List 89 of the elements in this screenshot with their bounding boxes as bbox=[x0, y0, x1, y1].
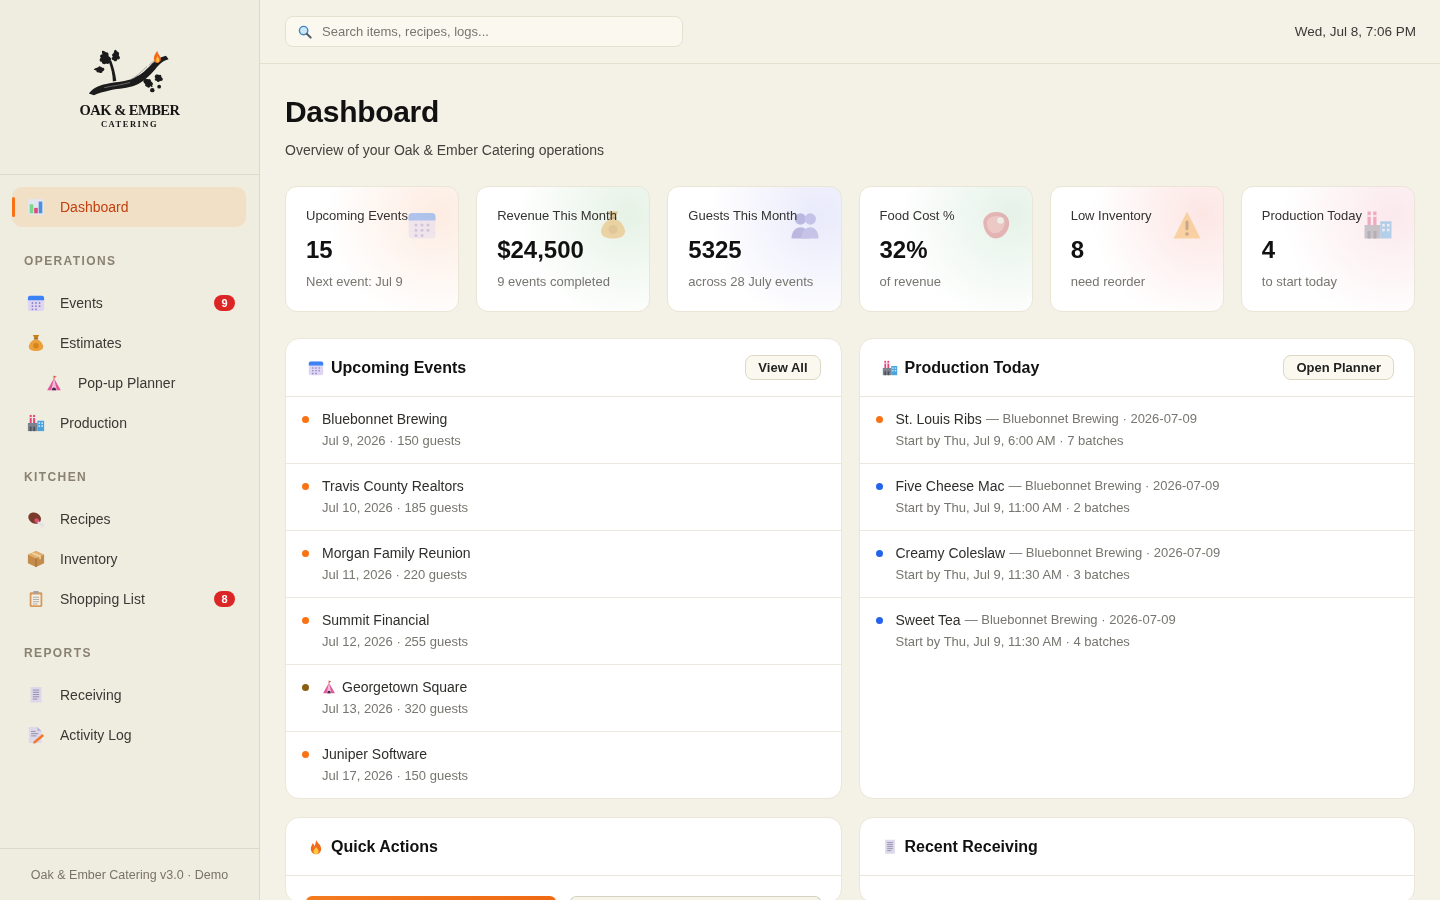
production-source: — Bluebonnet Brewing · 2026-07-09 bbox=[964, 611, 1176, 629]
stat-label: Revenue This Month bbox=[497, 207, 617, 225]
nav-item[interactable]: Estimates bbox=[12, 323, 246, 363]
calendar-icon bbox=[27, 294, 45, 312]
stat-value: 32% bbox=[879, 235, 928, 265]
event-name: Summit Financial bbox=[322, 611, 430, 630]
nav-item[interactable]: Receiving bbox=[12, 675, 246, 715]
version-text: Oak & Ember Catering v3.0 · Demo bbox=[30, 867, 229, 882]
section-heading: REPORTS bbox=[23, 645, 93, 662]
box-icon bbox=[27, 550, 45, 568]
stat-note: of revenue bbox=[879, 273, 941, 291]
event-details: Jul 17, 2026 · 150 guests bbox=[322, 767, 468, 785]
nav-item[interactable]: Inventory bbox=[12, 539, 246, 579]
event-name: Morgan Family Reunion bbox=[322, 544, 471, 563]
production-item: Five Cheese Mac bbox=[895, 477, 1005, 496]
nav-item[interactable]: Activity Log bbox=[12, 715, 246, 755]
money-bag-icon bbox=[27, 334, 45, 352]
nav-item[interactable]: Dashboard bbox=[12, 187, 246, 227]
warning-icon bbox=[1171, 210, 1202, 240]
panel-title: Production Today bbox=[904, 358, 1040, 377]
event-details: Jul 12, 2026 · 255 guests bbox=[322, 633, 468, 651]
stat-label: Guests This Month bbox=[688, 207, 798, 225]
count-badge: 8 bbox=[214, 591, 235, 607]
event-details: Jul 13, 2026 · 320 guests bbox=[322, 700, 468, 718]
factory-icon bbox=[27, 414, 45, 432]
event-details: Jul 9, 2026 · 150 guests bbox=[322, 432, 461, 450]
search-bar[interactable]: Search items, recipes, logs... bbox=[285, 16, 683, 47]
stat-value: $24,500 bbox=[497, 235, 584, 265]
search-field[interactable]: Search items, recipes, logs... bbox=[322, 22, 670, 41]
bar-chart-icon bbox=[27, 198, 45, 216]
panel-title: Recent Receiving bbox=[904, 837, 1038, 856]
factory-icon bbox=[1363, 210, 1393, 240]
logo-title: OAK & EMBER bbox=[79, 102, 180, 119]
date-time: Wed, Jul 8, 7:06 PM bbox=[1294, 24, 1416, 39]
panel-button[interactable]: View All bbox=[745, 355, 821, 380]
nav-item[interactable]: Production bbox=[12, 403, 246, 443]
production-source: — Bluebonnet Brewing · 2026-07-09 bbox=[985, 410, 1197, 428]
event-name: Juniper Software bbox=[322, 745, 428, 764]
event-details: Jul 11, 2026 · 220 guests bbox=[322, 566, 468, 584]
panel-button[interactable]: Open Planner bbox=[1283, 355, 1394, 380]
nav-item[interactable]: Pop-up Planner bbox=[12, 363, 246, 403]
production-schedule: Start by Thu, Jul 9, 11:00 AM · 2 batches bbox=[895, 499, 1130, 517]
production-item: Creamy Coleslaw bbox=[895, 544, 1006, 563]
stat-note: 9 events completed bbox=[497, 273, 610, 291]
calendar-icon bbox=[308, 359, 324, 376]
stat-label: Low Inventory bbox=[1070, 207, 1152, 225]
production-source: — Bluebonnet Brewing · 2026-07-09 bbox=[1009, 544, 1221, 562]
steak-icon bbox=[980, 210, 1011, 240]
fire-icon bbox=[308, 838, 324, 855]
memo-icon bbox=[27, 726, 45, 744]
event-name: Georgetown Square bbox=[342, 678, 468, 697]
stat-value: 15 bbox=[306, 235, 333, 265]
stat-note: need reorder bbox=[1070, 273, 1146, 291]
search-icon bbox=[298, 24, 312, 39]
production-schedule: Start by Thu, Jul 9, 11:30 AM · 3 batches bbox=[895, 566, 1130, 584]
production-schedule: Start by Thu, Jul 9, 6:00 AM · 7 batches bbox=[895, 432, 1124, 450]
production-source: — Bluebonnet Brewing · 2026-07-09 bbox=[1008, 477, 1220, 495]
stat-label: Upcoming Events bbox=[306, 207, 408, 225]
section-heading: OPERATIONS bbox=[23, 253, 118, 270]
stat-note: to start today bbox=[1261, 273, 1337, 291]
stat-label: Production Today bbox=[1261, 207, 1363, 225]
stat-label: Food Cost % bbox=[879, 207, 955, 225]
page-title: Dashboard bbox=[285, 94, 439, 130]
event-details: Jul 10, 2026 · 185 guests bbox=[322, 499, 468, 517]
factory-icon bbox=[881, 359, 898, 376]
nav-item[interactable]: Events 9 bbox=[12, 283, 246, 323]
production-schedule: Start by Thu, Jul 9, 11:30 AM · 4 batches bbox=[895, 633, 1130, 651]
stat-note: Next event: Jul 9 bbox=[306, 273, 403, 291]
production-item: St. Louis Ribs bbox=[895, 410, 982, 429]
tent-icon bbox=[46, 375, 62, 391]
event-name: Travis County Realtors bbox=[322, 477, 464, 496]
page-subtitle: Overview of your Oak & Ember Catering operations bbox=[285, 141, 605, 160]
panel-title: Upcoming Events bbox=[331, 358, 467, 377]
nav-item[interactable]: Recipes bbox=[12, 499, 246, 539]
logo-subtitle: CATERING bbox=[100, 119, 159, 129]
production-item: Sweet Tea bbox=[895, 611, 961, 630]
nav-item[interactable]: Shopping List 8 bbox=[12, 579, 246, 619]
stat-value: 5325 bbox=[688, 235, 742, 265]
panel-title: Quick Actions bbox=[331, 837, 438, 856]
calendar-icon bbox=[407, 210, 438, 240]
stat-value: 4 bbox=[1261, 235, 1276, 265]
section-heading: KITCHEN bbox=[23, 469, 89, 486]
count-badge: 9 bbox=[214, 295, 235, 311]
clipboard-icon bbox=[27, 590, 45, 608]
stat-note: across 28 July events bbox=[688, 273, 814, 291]
event-name: Bluebonnet Brewing bbox=[322, 410, 448, 429]
meat-icon bbox=[27, 510, 45, 528]
tent-icon bbox=[322, 680, 336, 694]
stat-value: 8 bbox=[1070, 235, 1084, 265]
